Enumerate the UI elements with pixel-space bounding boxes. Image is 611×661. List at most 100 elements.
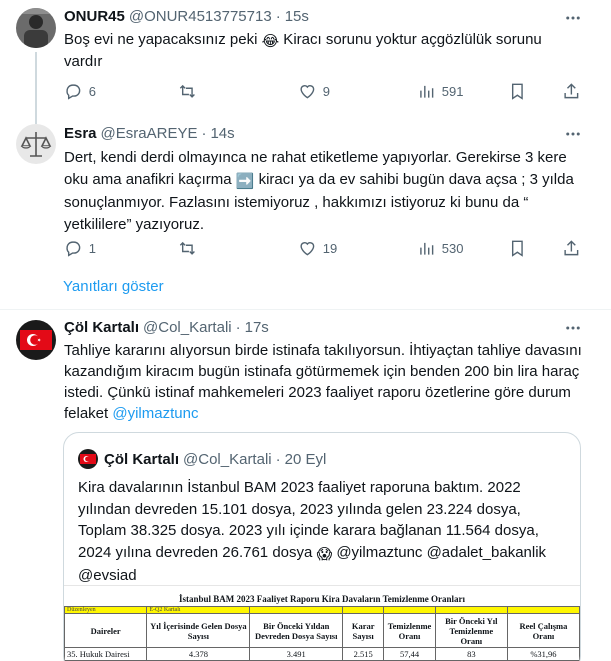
separator-dot: · xyxy=(275,8,281,25)
views-count: 530 xyxy=(441,240,464,256)
more-options-icon[interactable] xyxy=(563,8,583,28)
table-row: 35. Hukuk Dairesi 4.378 3.491 2.515 57,4… xyxy=(64,647,580,661)
quote-timestamp: 20 Eyl xyxy=(284,450,327,468)
table-cell xyxy=(434,606,508,614)
joy-emoji-icon: 😂 xyxy=(261,33,280,50)
table-cell: 3.491 xyxy=(249,647,344,661)
like-button[interactable]: 9 xyxy=(298,82,330,101)
reply-icon xyxy=(66,241,81,257)
table-cell xyxy=(342,606,385,614)
column-header: Temizlenme Oranı xyxy=(383,613,436,648)
avatar[interactable] xyxy=(16,320,56,360)
right-arrow-emoji-icon: ➡️ xyxy=(235,172,255,190)
tweet-header: Çöl Kartalı @Col_Kartali · 17s xyxy=(64,318,269,338)
user-handle[interactable]: @ONUR4513775713 xyxy=(129,7,272,27)
tweet-onur45[interactable]: ONUR45 @ONUR4513775713 · 15s Boş evi ne … xyxy=(0,0,611,112)
more-options-icon[interactable] xyxy=(563,318,583,338)
thread-line xyxy=(35,52,37,112)
table-cell: 4.378 xyxy=(146,647,251,661)
tweet-header: ONUR45 @ONUR4513775713 · 15s xyxy=(64,7,309,27)
bookmark-icon xyxy=(511,83,523,100)
reply-button[interactable]: 6 xyxy=(64,82,96,101)
like-count: 19 xyxy=(322,240,338,256)
table-cell: %31,96 xyxy=(506,647,580,661)
column-header: Daireler xyxy=(64,613,148,648)
table-cell: 83 xyxy=(434,647,508,661)
table-cell xyxy=(383,606,436,614)
user-handle[interactable]: @EsraAREYE xyxy=(101,124,198,144)
retweet-icon xyxy=(179,84,195,98)
quote-handle: @Col_Kartali xyxy=(183,450,272,468)
reply-icon xyxy=(66,84,81,100)
mention-link[interactable]: @yilmaztunc xyxy=(112,405,198,422)
reply-count: 6 xyxy=(88,83,96,99)
table-cell xyxy=(249,606,344,614)
views-button[interactable]: 530 xyxy=(417,239,463,258)
share-button[interactable] xyxy=(562,82,581,101)
tweet-text: Tahliye kararını alıyorsun birde istinaf… xyxy=(64,340,584,424)
column-header: Bir Önceki Yıl Temizlenme Oranı xyxy=(434,613,508,648)
quote-header: Çöl Kartalı @Col_Kartali · 20 Eyl xyxy=(78,449,326,469)
heart-icon xyxy=(300,242,315,256)
like-button[interactable]: 19 xyxy=(298,239,337,258)
views-icon xyxy=(420,85,434,98)
table-cell: 35. Hukuk Dairesi xyxy=(64,647,148,661)
column-header: Bir Önceki Yıldan Devreden Dosya Sayısı xyxy=(249,613,344,648)
tweet-text-part: Boş evi ne yapacaksınız peki xyxy=(64,31,262,48)
report-title: İstanbul BAM 2023 Faaliyet Raporu Kira D… xyxy=(179,594,465,604)
like-count: 9 xyxy=(322,83,330,99)
avatar[interactable] xyxy=(16,8,56,48)
display-name[interactable]: Esra xyxy=(64,124,97,144)
tweet-esra[interactable]: Esra @EsraAREYE · 14s Dert, kendi derdi … xyxy=(0,112,611,267)
separator-dot: · xyxy=(235,319,241,336)
share-button[interactable] xyxy=(562,239,581,258)
bookmark-button[interactable] xyxy=(508,82,527,101)
separator-dot: · xyxy=(201,125,207,142)
tweet-text: Boş evi ne yapacaksınız peki 😂 Kiracı so… xyxy=(64,30,584,72)
timestamp[interactable]: 17s xyxy=(245,318,269,338)
table-cell: 2.515 xyxy=(342,647,385,661)
column-header: Karar Sayısı xyxy=(342,613,385,648)
table-cell xyxy=(506,606,580,614)
table-header-row: Daireler Yıl İçerisinde Gelen Dosya Sayı… xyxy=(64,613,580,648)
table-row: Düzenleyen E-Q2 Kartalı xyxy=(64,606,580,614)
column-header: Reel Çalışma Oranı xyxy=(506,613,580,648)
timestamp[interactable]: 15s xyxy=(285,7,309,27)
retweet-button[interactable] xyxy=(178,239,197,258)
separator-dot: · xyxy=(275,450,281,468)
thread-line xyxy=(35,112,37,124)
heart-icon xyxy=(300,85,315,99)
table-cell: E-Q2 Kartalı xyxy=(146,606,251,614)
share-icon xyxy=(564,240,579,256)
retweet-icon xyxy=(179,241,195,255)
action-bar: 6 9 591 xyxy=(64,82,584,102)
display-name[interactable]: Çöl Kartalı xyxy=(64,318,139,338)
table-cell: Düzenleyen xyxy=(64,606,148,614)
quote-image-report-table[interactable]: İstanbul BAM 2023 Faaliyet Raporu Kira D… xyxy=(64,585,580,661)
avatar[interactable] xyxy=(16,124,56,164)
more-options-icon[interactable] xyxy=(563,124,583,144)
timestamp[interactable]: 14s xyxy=(210,124,234,144)
quote-text: Kira davalarının İstanbul BAM 2023 faali… xyxy=(78,477,568,587)
scream-emoji-icon: 😱 xyxy=(316,545,333,563)
column-header: Yıl İçerisinde Gelen Dosya Sayısı xyxy=(146,613,251,648)
report-table: Düzenleyen E-Q2 Kartalı Daireler Yıl İçe… xyxy=(64,606,580,661)
tweet-header: Esra @EsraAREYE · 14s xyxy=(64,124,235,144)
reply-count: 1 xyxy=(88,240,96,256)
share-icon xyxy=(564,83,579,99)
show-replies-link[interactable]: Yanıtları göster xyxy=(63,277,164,297)
reply-button[interactable]: 1 xyxy=(64,239,96,258)
action-bar: 1 19 530 xyxy=(64,239,584,259)
table-cell: 57,44 xyxy=(383,647,436,661)
display-name[interactable]: ONUR45 xyxy=(64,7,125,27)
views-button[interactable]: 591 xyxy=(417,82,463,101)
views-icon xyxy=(420,242,434,255)
user-handle[interactable]: @Col_Kartali xyxy=(143,318,232,338)
quote-display-name: Çöl Kartalı xyxy=(104,450,180,468)
bookmark-button[interactable] xyxy=(508,239,527,258)
quoted-tweet[interactable]: Çöl Kartalı @Col_Kartali · 20 Eyl Kira d… xyxy=(63,432,581,661)
retweet-button[interactable] xyxy=(178,82,197,101)
quote-avatar xyxy=(78,449,98,469)
bookmark-icon xyxy=(511,240,523,257)
views-count: 591 xyxy=(441,83,464,99)
